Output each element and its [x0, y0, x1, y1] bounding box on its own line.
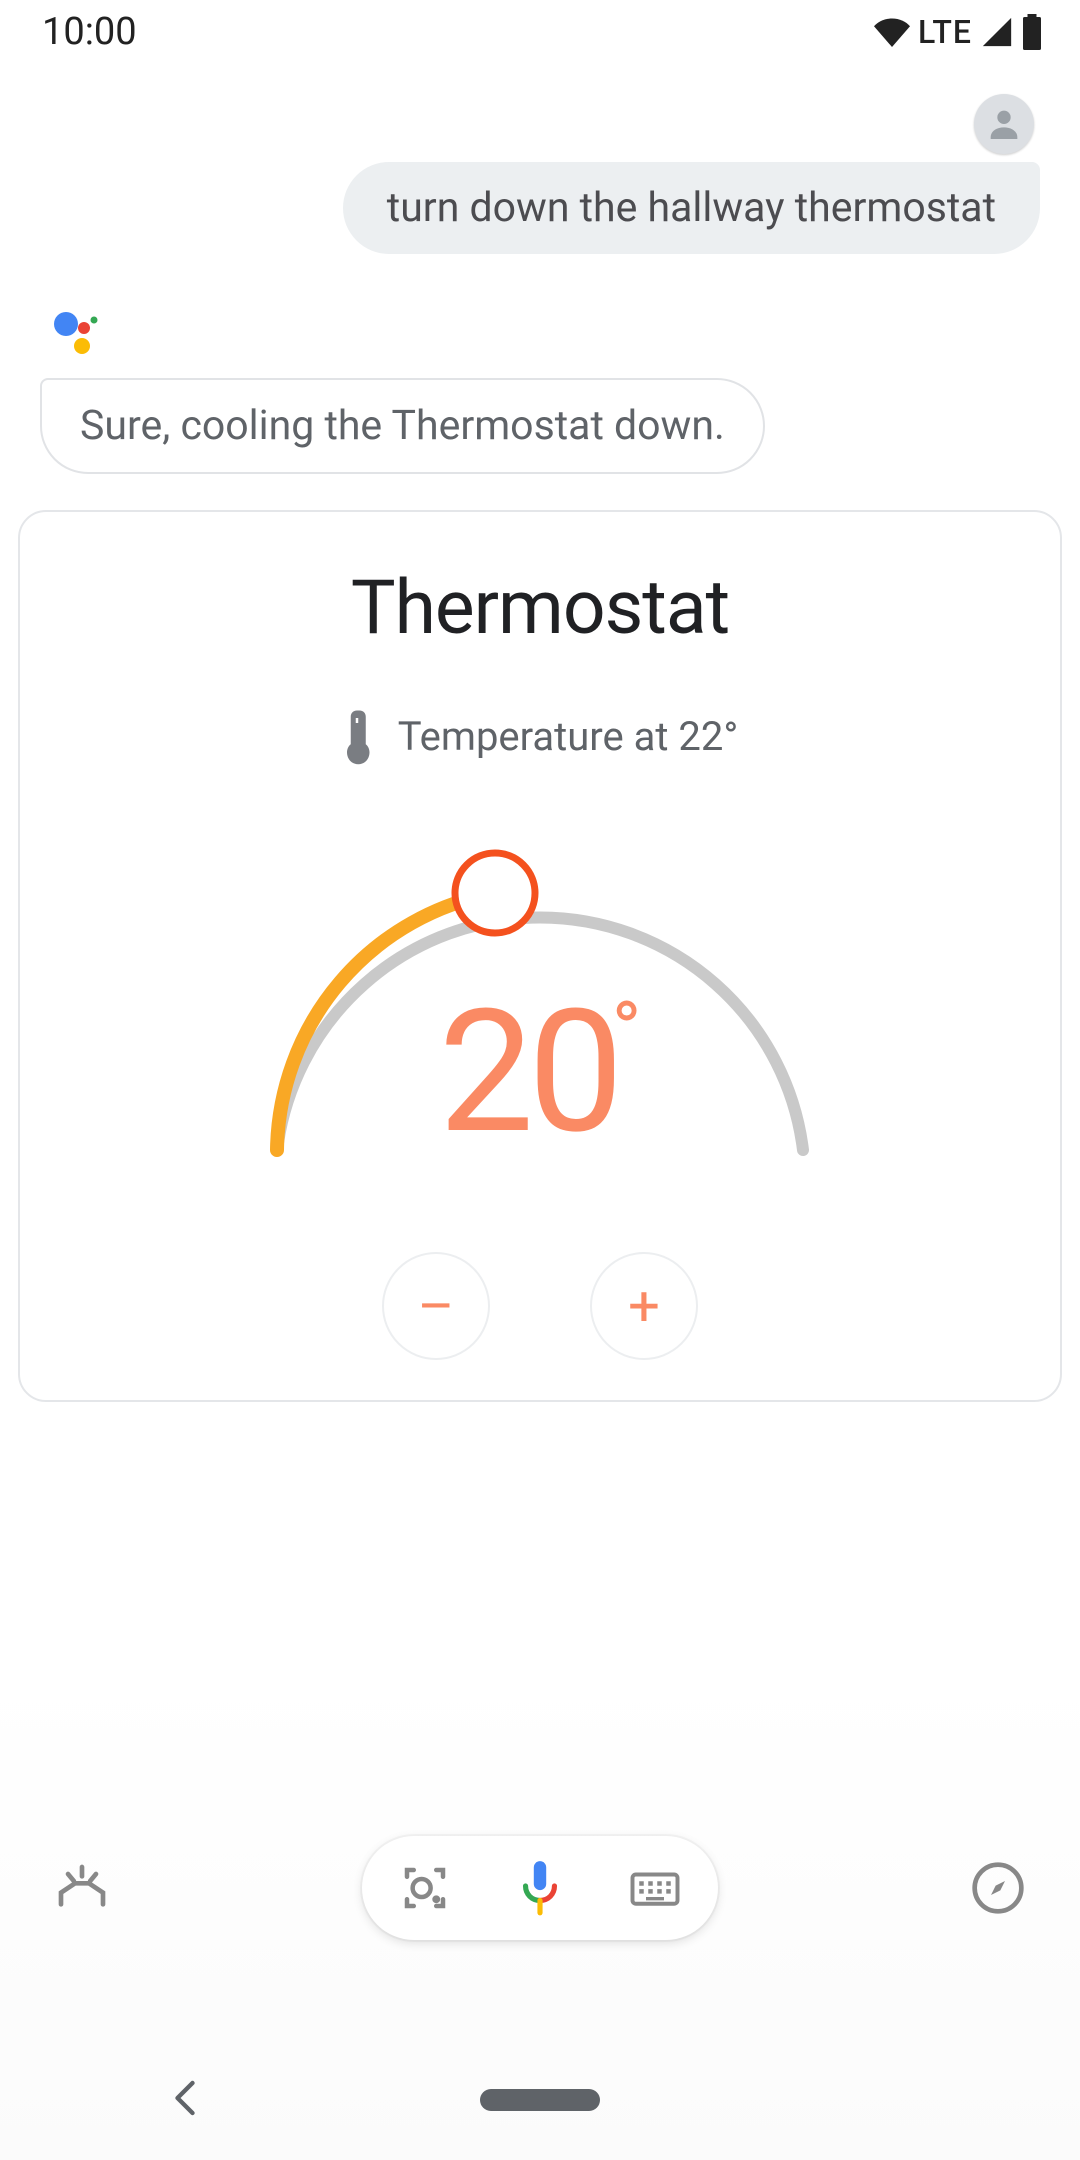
temperature-dial[interactable]: 20°: [240, 800, 840, 1180]
increase-temperature-button[interactable]: +: [590, 1252, 698, 1360]
lens-button[interactable]: [398, 1861, 452, 1915]
setpoint-display: 20°: [240, 972, 840, 1172]
assistant-message-bubble: Sure, cooling the Thermostat down.: [40, 378, 765, 474]
setpoint-value: 20: [439, 972, 618, 1172]
plus-label: +: [628, 1273, 660, 1339]
person-icon: [984, 104, 1024, 144]
minus-label: –: [418, 1273, 455, 1339]
thermometer-icon: [342, 708, 372, 764]
nav-home-pill[interactable]: [480, 2089, 600, 2111]
signal-icon: [980, 15, 1014, 49]
assistant-dots-icon: [52, 310, 102, 360]
explore-button[interactable]: [970, 1860, 1026, 1916]
updates-button[interactable]: [54, 1860, 110, 1916]
user-message-bubble: turn down the hallway thermostat: [40, 162, 1040, 254]
keyboard-button[interactable]: [628, 1861, 682, 1915]
dial-handle[interactable]: [455, 853, 535, 933]
setpoint-unit: °: [612, 984, 636, 1078]
android-nav-bar: [0, 2040, 1080, 2160]
decrease-temperature-button[interactable]: –: [382, 1252, 490, 1360]
mic-button[interactable]: [515, 1857, 565, 1919]
input-pill: [362, 1836, 718, 1940]
current-temperature-text: Temperature at 22°: [398, 713, 739, 760]
battery-icon: [1022, 14, 1042, 50]
status-time: 10:00: [42, 10, 137, 54]
thermostat-card: Thermostat Temperature at 22° 20° – +: [18, 510, 1062, 1402]
user-avatar[interactable]: [974, 94, 1034, 154]
status-bar: 10:00 LTE: [0, 0, 1080, 64]
assistant-bottom-shelf: [0, 1670, 1080, 2160]
assistant-message-text: Sure, cooling the Thermostat down.: [80, 402, 725, 450]
current-temperature-row: Temperature at 22°: [54, 708, 1026, 764]
wifi-icon: [874, 14, 910, 50]
nav-back-button[interactable]: [170, 2078, 200, 2122]
card-title: Thermostat: [54, 564, 1026, 652]
status-right: LTE: [874, 13, 1042, 51]
network-label: LTE: [918, 13, 972, 51]
user-message-text: turn down the hallway thermostat: [343, 162, 1040, 254]
conversation: turn down the hallway thermostat Sure, c…: [0, 64, 1080, 474]
